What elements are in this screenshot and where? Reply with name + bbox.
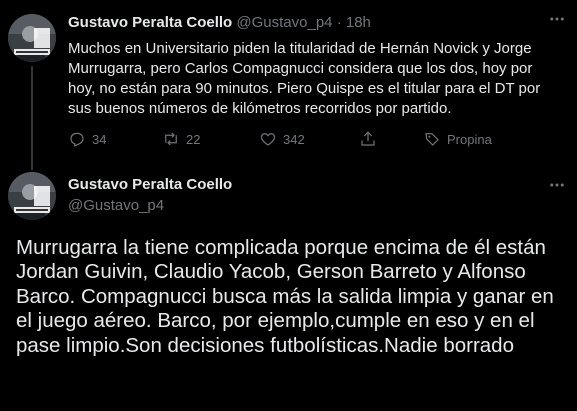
tweet-text: Muchos en Universitario piden la titular… — [68, 40, 541, 117]
author-name[interactable]: Gustavo Peralta Coello — [68, 176, 232, 193]
tip-label: Propina — [447, 131, 492, 147]
tweet-text: Murrugarra la tiene complicada porque en… — [16, 236, 554, 357]
tweet-header: Gustavo Peralta Coello @Gustavo_p4 · 18h — [68, 14, 371, 31]
retweet-button[interactable]: 22 — [162, 130, 200, 148]
tip-icon — [425, 133, 439, 146]
reply-icon — [70, 132, 84, 147]
author-name[interactable]: Gustavo Peralta Coello — [68, 14, 232, 31]
tip-button[interactable]: Propina — [423, 130, 492, 148]
reply-count: 34 — [92, 131, 107, 147]
like-count: 342 — [283, 131, 305, 147]
more-icon[interactable] — [548, 10, 566, 33]
retweet-icon — [165, 132, 177, 146]
tweet-time[interactable]: 18h — [346, 14, 371, 31]
tweet-actions: 34 22 342 Propina — [68, 130, 548, 150]
share-icon — [361, 131, 375, 146]
more-icon[interactable] — [548, 176, 566, 199]
like-icon — [260, 133, 276, 146]
retweet-count: 22 — [186, 131, 201, 147]
separator: · — [336, 14, 342, 31]
author-handle[interactable]: @Gustavo_p4 — [68, 197, 164, 214]
like-button[interactable]: 342 — [259, 130, 305, 148]
share-button[interactable] — [359, 130, 377, 148]
thread-line — [31, 66, 33, 170]
avatar[interactable] — [8, 14, 56, 62]
author-handle[interactable]: @Gustavo_p4 — [236, 14, 332, 31]
avatar[interactable] — [8, 172, 56, 220]
reply-button[interactable]: 34 — [68, 130, 106, 148]
